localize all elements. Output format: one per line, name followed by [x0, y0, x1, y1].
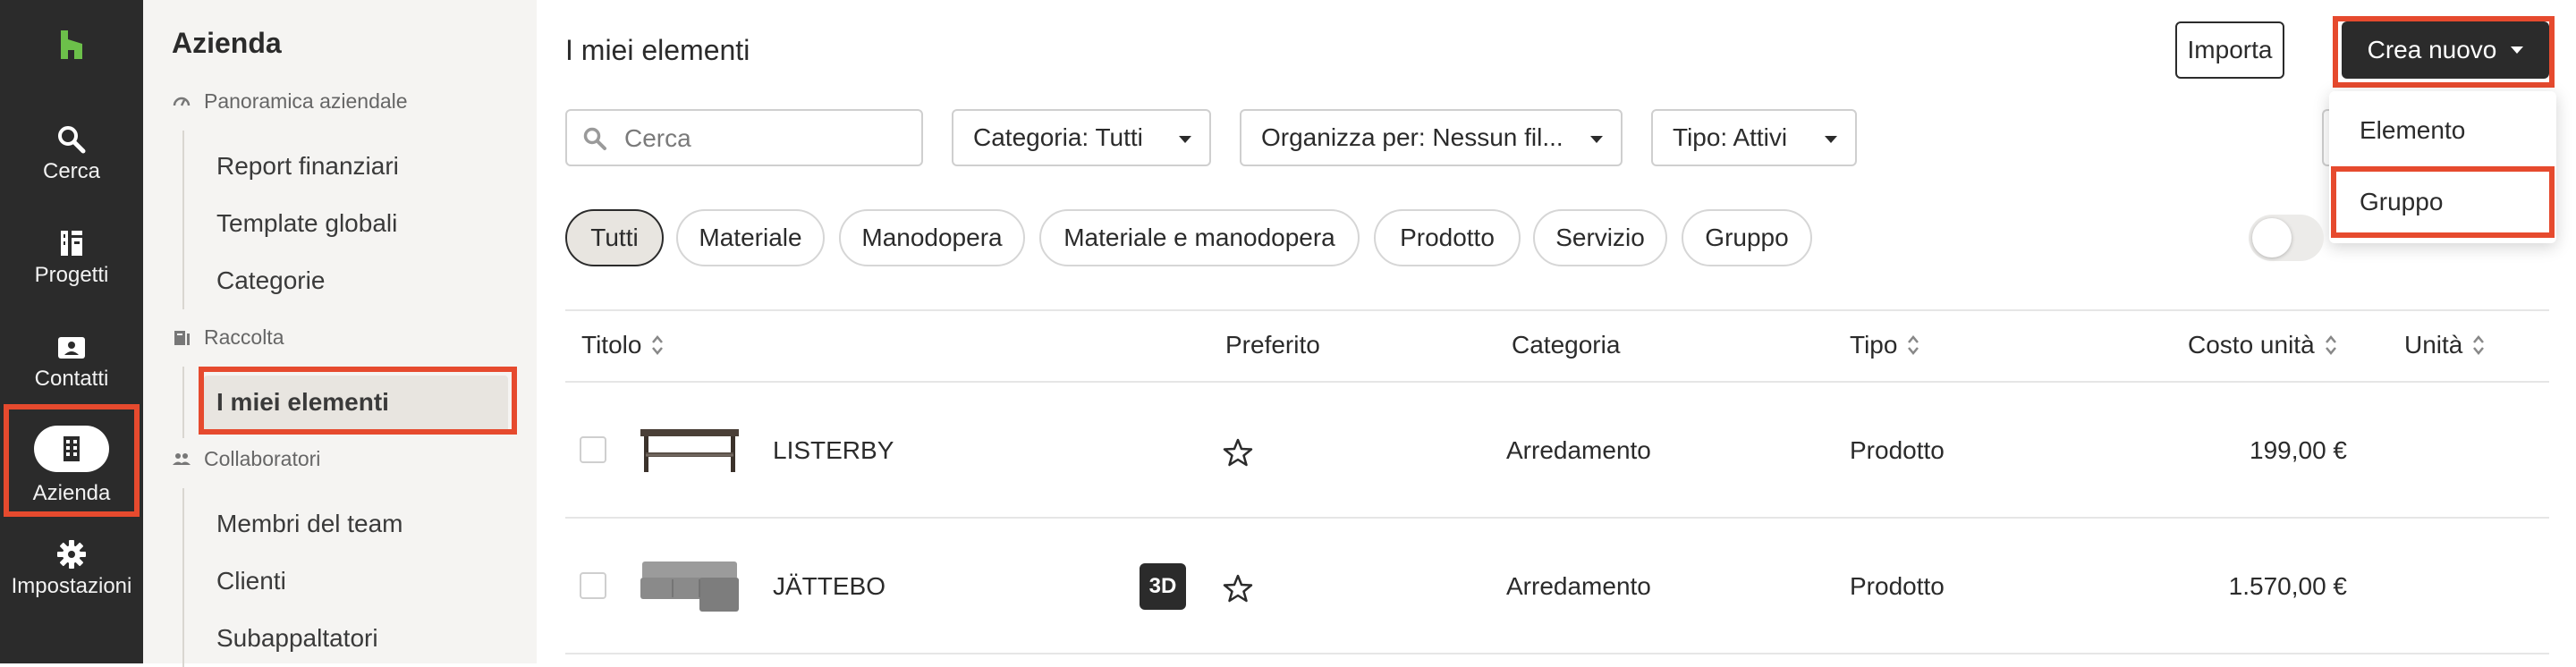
contacts-icon — [58, 337, 85, 359]
rail-item-search[interactable]: Cerca — [0, 114, 143, 204]
star-icon[interactable] — [1222, 572, 1254, 604]
type-filter-label: Tipo: Attivi — [1673, 123, 1788, 151]
rail-item-label: Impostazioni — [11, 574, 132, 598]
column-header-unit[interactable]: Unità — [2404, 331, 2486, 359]
page-title: I miei elementi — [565, 34, 750, 66]
column-header-label: Unità — [2404, 331, 2463, 359]
chip-group[interactable]: Gruppo — [1682, 209, 1812, 266]
divider — [565, 309, 2549, 311]
rail-item-label: Progetti — [34, 263, 109, 287]
rail-item-label: Cerca — [42, 159, 101, 183]
search-input[interactable] — [624, 122, 911, 156]
highlight-frame — [2331, 166, 2555, 238]
chip-material[interactable]: Materiale — [676, 209, 825, 266]
search-icon — [583, 127, 606, 150]
subnav-item-subcontractors[interactable]: Subappaltatori — [216, 624, 378, 653]
subnav-item-categories[interactable]: Categorie — [216, 266, 325, 295]
subnav-section-collection[interactable]: Raccolta — [172, 325, 284, 350]
chip-service[interactable]: Servizio — [1533, 209, 1667, 266]
chevron-down-icon — [1590, 136, 1603, 143]
import-button[interactable]: Importa — [2175, 21, 2284, 79]
people-icon — [173, 452, 191, 465]
column-header-label: Titolo — [581, 331, 642, 359]
sort-icon — [652, 335, 664, 355]
column-header-category: Categoria — [1512, 331, 1620, 359]
subnav-item-financial-reports[interactable]: Report finanziari — [216, 152, 399, 181]
subnav-item-team-members[interactable]: Membri del team — [216, 510, 403, 538]
subnav-section-label: Collaboratori — [204, 447, 321, 470]
subnav-tree-line — [182, 131, 184, 309]
view-toggle[interactable] — [2249, 215, 2324, 261]
subnav-section-collaborators[interactable]: Collaboratori — [172, 447, 320, 471]
chevron-down-icon — [1179, 136, 1191, 143]
category-filter-label: Categoria: Tutti — [973, 123, 1143, 151]
column-header-label: Categoria — [1512, 331, 1621, 359]
subnav-section-label: Raccolta — [204, 325, 284, 349]
chip-product[interactable]: Prodotto — [1374, 209, 1521, 266]
subnav-section-overview[interactable]: Panoramica aziendale — [172, 89, 408, 114]
subnav-tree-line — [182, 367, 184, 438]
column-header-label: Preferito — [1225, 331, 1320, 359]
toggle-knob — [2252, 218, 2292, 258]
rail-item-settings[interactable]: Impostazioni — [0, 529, 143, 619]
divider — [565, 381, 2549, 383]
collection-icon — [174, 330, 190, 345]
subnav-tree-line — [182, 488, 184, 667]
3d-badge[interactable]: 3D — [1140, 563, 1186, 610]
column-header-title[interactable]: Titolo — [581, 331, 665, 359]
row-title[interactable]: JÄTTEBO — [773, 572, 886, 601]
coffee-table-image — [640, 429, 739, 472]
app-rail: Cerca Progetti Contatti Azienda Impostaz… — [0, 0, 143, 663]
company-subnav: Azienda Panoramica aziendale Report fina… — [143, 0, 537, 667]
category-filter[interactable]: Categoria: Tutti — [952, 109, 1211, 166]
rail-item-label: Contatti — [34, 367, 109, 391]
divider — [565, 653, 2549, 654]
row-checkbox[interactable] — [580, 436, 606, 463]
sort-icon — [1908, 335, 1919, 355]
sofa-image — [640, 561, 739, 612]
row-title[interactable]: LISTERBY — [773, 436, 894, 465]
gear-icon — [57, 540, 86, 569]
highlight-frame — [199, 367, 517, 435]
houzz-logo-icon[interactable] — [55, 29, 88, 61]
row-type: Prodotto — [1850, 572, 1945, 600]
chip-labor[interactable]: Manodopera — [839, 209, 1025, 266]
sort-icon — [2473, 335, 2485, 355]
column-header-label: Costo unità — [2188, 331, 2315, 359]
star-icon[interactable] — [1222, 436, 1254, 469]
row-unit-cost: 1.570,00 € — [2228, 572, 2347, 600]
sort-icon — [2325, 335, 2336, 355]
chevron-down-icon — [1825, 136, 1837, 143]
divider — [565, 517, 2549, 519]
subnav-title: Azienda — [172, 27, 282, 59]
chip-all[interactable]: Tutti — [565, 209, 664, 266]
search-field[interactable] — [565, 109, 923, 166]
column-header-unit-cost[interactable]: Costo unità — [2188, 331, 2338, 359]
column-header-type[interactable]: Tipo — [1850, 331, 1920, 359]
row-unit-cost: 199,00 € — [2250, 436, 2347, 464]
organize-filter-label: Organizza per: Nessun fil... — [1261, 123, 1563, 151]
subnav-section-label: Panoramica aziendale — [204, 89, 408, 113]
menu-item-element[interactable]: Elemento — [2360, 116, 2465, 145]
chip-material-and-labor[interactable]: Materiale e manodopera — [1039, 209, 1360, 266]
column-header-label: Tipo — [1850, 331, 1898, 359]
row-checkbox[interactable] — [580, 572, 606, 599]
gauge-icon — [173, 97, 191, 106]
row-category: Arredamento — [1506, 436, 1651, 464]
row-type: Prodotto — [1850, 436, 1945, 464]
highlight-frame — [4, 404, 140, 517]
row-category: Arredamento — [1506, 572, 1651, 600]
subnav-item-global-templates[interactable]: Template globali — [216, 209, 397, 238]
rail-item-projects[interactable]: Progetti — [0, 218, 143, 308]
organize-by-filter[interactable]: Organizza per: Nessun fil... — [1240, 109, 1623, 166]
highlight-frame — [2333, 16, 2555, 88]
search-icon — [58, 126, 86, 154]
column-header-favorite: Preferito — [1225, 331, 1320, 359]
type-filter[interactable]: Tipo: Attivi — [1651, 109, 1857, 166]
rail-item-contacts[interactable]: Contatti — [0, 322, 143, 411]
projects-icon — [61, 231, 82, 256]
subnav-item-clients[interactable]: Clienti — [216, 567, 286, 595]
